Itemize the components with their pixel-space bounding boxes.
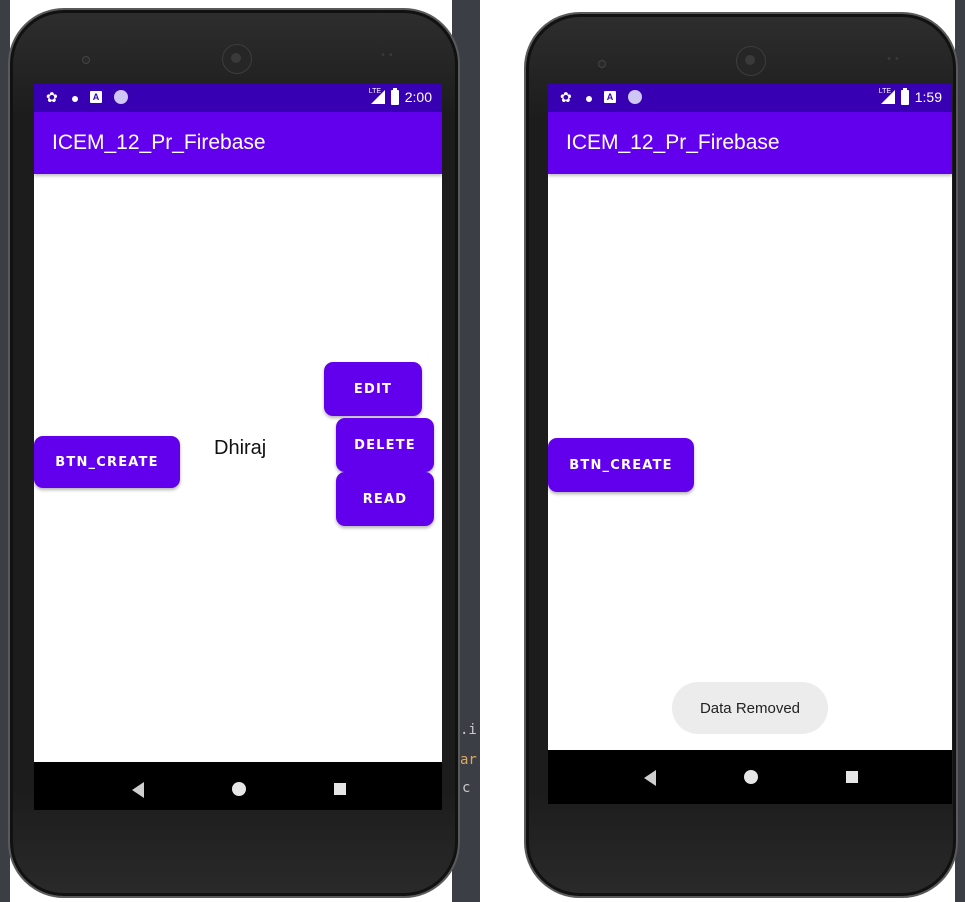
- left-phone-frame: •• ✿ A LTE 2:00 ICEM_12_Pr_Firebase BTN_…: [8, 8, 460, 898]
- back-icon[interactable]: [132, 782, 144, 798]
- a-icon: A: [90, 91, 102, 103]
- create-button[interactable]: BTN_CREATE: [548, 438, 694, 492]
- right-phone-screen: ✿ A LTE 1:59 ICEM_12_Pr_Firebase BTN_CRE…: [548, 84, 952, 752]
- circle-icon: [628, 90, 642, 104]
- home-icon[interactable]: [744, 770, 758, 784]
- status-bar: ✿ A LTE 2:00: [34, 84, 442, 112]
- navigation-bar: [548, 750, 952, 804]
- gear-icon: ✿: [560, 89, 572, 105]
- edit-button[interactable]: EDIT: [324, 362, 422, 416]
- network-label: LTE: [878, 88, 892, 95]
- background-snippet: c: [462, 780, 471, 796]
- battery-icon: [900, 87, 909, 105]
- navigation-bar: [34, 762, 442, 810]
- left-phone-sensor: ••: [380, 50, 396, 61]
- gear-icon: ✿: [46, 89, 58, 105]
- left-phone-speaker-dot: [82, 56, 90, 64]
- create-button[interactable]: BTN_CREATE: [34, 436, 180, 488]
- right-phone-camera: [736, 46, 766, 76]
- left-phone-screen: ✿ A LTE 2:00 ICEM_12_Pr_Firebase BTN_CRE…: [34, 84, 442, 810]
- background-snippet: .i: [460, 722, 477, 738]
- right-phone-speaker-dot: [598, 60, 606, 68]
- home-icon[interactable]: [232, 782, 246, 796]
- network-label: LTE: [368, 88, 382, 95]
- status-bar: ✿ A LTE 1:59: [548, 84, 952, 112]
- recents-icon[interactable]: [846, 771, 858, 783]
- signal-icon: LTE: [878, 88, 895, 104]
- status-time: 1:59: [914, 89, 942, 105]
- background-snippet: ar: [460, 752, 477, 768]
- signal-icon: LTE: [368, 88, 385, 104]
- dot-icon: [586, 96, 592, 102]
- back-icon[interactable]: [644, 770, 656, 786]
- dot-icon: [72, 96, 78, 102]
- app-title: ICEM_12_Pr_Firebase: [566, 131, 780, 154]
- name-text: Dhiraj: [214, 437, 267, 459]
- delete-button[interactable]: DELETE: [336, 418, 434, 472]
- app-title: ICEM_12_Pr_Firebase: [52, 131, 266, 154]
- a-icon: A: [604, 91, 616, 103]
- left-phone-camera: [222, 44, 252, 74]
- right-phone-frame: •• ✿ A LTE 1:59 ICEM_12_Pr_Firebase BTN_…: [524, 12, 958, 898]
- read-button[interactable]: READ: [336, 472, 434, 526]
- app-bar: ICEM_12_Pr_Firebase: [34, 112, 442, 174]
- recents-icon[interactable]: [334, 783, 346, 795]
- battery-icon: [390, 87, 399, 105]
- circle-icon: [114, 90, 128, 104]
- toast-message: Data Removed: [672, 682, 828, 734]
- app-bar: ICEM_12_Pr_Firebase: [548, 112, 952, 174]
- right-phone-sensor: ••: [886, 54, 902, 65]
- status-time: 2:00: [404, 89, 432, 105]
